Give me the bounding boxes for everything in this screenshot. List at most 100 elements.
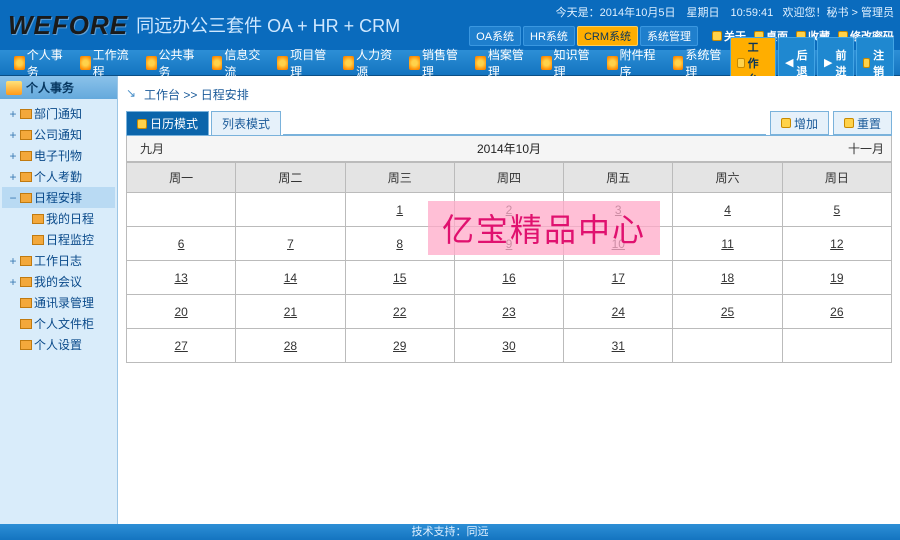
calendar-day[interactable]: 6 bbox=[127, 227, 236, 261]
folder-icon bbox=[20, 172, 32, 182]
sidebar-item-7[interactable]: +工作日志 bbox=[2, 250, 115, 271]
calendar-day[interactable]: 8 bbox=[345, 227, 454, 261]
sidebar-item-10[interactable]: 个人文件柜 bbox=[2, 313, 115, 334]
calendar-day[interactable]: 28 bbox=[236, 329, 345, 363]
btn-reset[interactable]: 重置 bbox=[833, 111, 892, 135]
sidebar-item-label: 通讯录管理 bbox=[34, 294, 94, 311]
next-month[interactable]: 十一月 bbox=[841, 140, 891, 157]
sidebar-item-3[interactable]: +个人考勤 bbox=[2, 166, 115, 187]
sidebar-item-label: 电子刊物 bbox=[34, 147, 82, 164]
calendar-day[interactable]: 12 bbox=[782, 227, 891, 261]
weekday-header: 周六 bbox=[673, 163, 782, 193]
tree-toggle-icon[interactable]: + bbox=[8, 149, 18, 163]
nav-knowledge[interactable]: 知识管理 bbox=[533, 46, 599, 80]
sidebar-title: 个人事务 bbox=[0, 76, 117, 99]
sys-tab-crm[interactable]: CRM系统 bbox=[577, 26, 638, 46]
clip-icon bbox=[607, 56, 618, 70]
sidebar-item-label: 我的会议 bbox=[34, 273, 82, 290]
user-icon bbox=[14, 56, 25, 70]
nav-project[interactable]: 项目管理 bbox=[269, 46, 335, 80]
sidebar-item-4[interactable]: −日程安排 bbox=[2, 187, 115, 208]
tree-toggle-icon[interactable]: + bbox=[8, 170, 18, 184]
sidebar-item-9[interactable]: 通讯录管理 bbox=[2, 292, 115, 313]
tree-toggle-icon bbox=[8, 296, 18, 310]
calendar-day[interactable]: 17 bbox=[564, 261, 673, 295]
sidebar-item-11[interactable]: 个人设置 bbox=[2, 334, 115, 355]
content-area: 工作台 >> 日程安排 日历模式 列表模式 增加 重置 九月 2014年10月 … bbox=[118, 76, 900, 524]
calendar-day[interactable]: 11 bbox=[673, 227, 782, 261]
tab-list-mode[interactable]: 列表模式 bbox=[211, 111, 281, 135]
tree-toggle-icon[interactable]: + bbox=[8, 254, 18, 268]
calendar-day[interactable]: 9 bbox=[454, 227, 563, 261]
calendar-day[interactable]: 22 bbox=[345, 295, 454, 329]
month-bar: 九月 2014年10月 十一月 bbox=[126, 136, 892, 162]
calendar-day[interactable]: 27 bbox=[127, 329, 236, 363]
app-title: 同远办公三套件 OA + HR + CRM bbox=[136, 0, 400, 50]
sys-tab-oa[interactable]: OA系统 bbox=[469, 26, 521, 46]
sidebar-item-8[interactable]: + 我的会议 bbox=[2, 271, 115, 292]
calendar-day[interactable]: 16 bbox=[454, 261, 563, 295]
crumb-home[interactable]: 工作台 bbox=[144, 88, 180, 102]
mail-icon bbox=[212, 56, 223, 70]
folder-icon bbox=[20, 151, 32, 161]
calendar-day[interactable]: 7 bbox=[236, 227, 345, 261]
project-icon bbox=[277, 56, 288, 70]
calendar-day[interactable]: 5 bbox=[782, 193, 891, 227]
tree-toggle-icon bbox=[20, 212, 30, 226]
calendar-day[interactable]: 1 bbox=[345, 193, 454, 227]
calendar-day[interactable]: 4 bbox=[673, 193, 782, 227]
calendar-day[interactable]: 3 bbox=[564, 193, 673, 227]
banner-status-line: 今天是：2014年10月5日 星期日 10:59:41 欢迎您！秘书 > 管理员 bbox=[469, 4, 894, 20]
nav-system[interactable]: 系统管理 bbox=[665, 46, 731, 80]
sidebar-item-2[interactable]: + 电子刊物 bbox=[2, 145, 115, 166]
nav-personal[interactable]: 个人事务 bbox=[6, 46, 72, 80]
current-month: 2014年10月 bbox=[177, 140, 841, 157]
calendar-day[interactable]: 31 bbox=[564, 329, 673, 363]
tab-calendar-mode[interactable]: 日历模式 bbox=[126, 111, 209, 135]
sidebar-item-1[interactable]: +公司通知 bbox=[2, 124, 115, 145]
today-prefix: 今天是： bbox=[556, 7, 600, 19]
calendar-day[interactable]: 24 bbox=[564, 295, 673, 329]
nav-info[interactable]: 信息交流 bbox=[204, 46, 270, 80]
sys-tab-hr[interactable]: HR系统 bbox=[523, 26, 575, 46]
calendar-day[interactable]: 30 bbox=[454, 329, 563, 363]
calendar-day[interactable]: 25 bbox=[673, 295, 782, 329]
calendar-day[interactable]: 15 bbox=[345, 261, 454, 295]
nav-hr[interactable]: 人力资源 bbox=[335, 46, 401, 80]
sidebar-item-5[interactable]: 我的日程 bbox=[2, 208, 115, 229]
tree-toggle-icon[interactable]: + bbox=[8, 107, 18, 121]
btn-add[interactable]: 增加 bbox=[770, 111, 829, 135]
calendar-day[interactable]: 21 bbox=[236, 295, 345, 329]
prev-month[interactable]: 九月 bbox=[127, 140, 177, 157]
calendar-day[interactable]: 14 bbox=[236, 261, 345, 295]
weekday-header: 周一 bbox=[127, 163, 236, 193]
weekday-header: 周三 bbox=[345, 163, 454, 193]
calendar-day[interactable]: 18 bbox=[673, 261, 782, 295]
calendar-icon bbox=[137, 119, 147, 129]
sidebar-item-0[interactable]: +部门通知 bbox=[2, 103, 115, 124]
calendar-day[interactable]: 13 bbox=[127, 261, 236, 295]
nav-workflow[interactable]: 工作流程 bbox=[72, 46, 138, 80]
sys-tab-admin[interactable]: 系统管理 bbox=[640, 26, 698, 46]
nav-attach[interactable]: 附件程序 bbox=[599, 46, 665, 80]
nav-public[interactable]: 公共事务 bbox=[138, 46, 204, 80]
calendar-day[interactable]: 23 bbox=[454, 295, 563, 329]
tree-toggle-icon[interactable]: − bbox=[8, 191, 18, 205]
tree-toggle-icon[interactable]: + bbox=[8, 128, 18, 142]
people-icon bbox=[343, 56, 354, 70]
nav-sales[interactable]: 销售管理 bbox=[401, 46, 467, 80]
book-icon bbox=[541, 56, 552, 70]
calendar-day[interactable]: 20 bbox=[127, 295, 236, 329]
tree-toggle-icon bbox=[8, 338, 18, 352]
calendar-day[interactable]: 26 bbox=[782, 295, 891, 329]
main-nav: 个人事务 工作流程 公共事务 信息交流 项目管理 人力资源 销售管理 档案管理 … bbox=[0, 50, 900, 76]
calendar-day[interactable]: 19 bbox=[782, 261, 891, 295]
sidebar-item-6[interactable]: 日程监控 bbox=[2, 229, 115, 250]
calendar-day[interactable]: 10 bbox=[564, 227, 673, 261]
nav-archive[interactable]: 档案管理 bbox=[467, 46, 533, 80]
tree-toggle-icon[interactable]: + bbox=[8, 275, 18, 289]
gear-icon bbox=[673, 56, 684, 70]
archive-icon bbox=[475, 56, 486, 70]
calendar-day[interactable]: 29 bbox=[345, 329, 454, 363]
calendar-day[interactable]: 2 bbox=[454, 193, 563, 227]
